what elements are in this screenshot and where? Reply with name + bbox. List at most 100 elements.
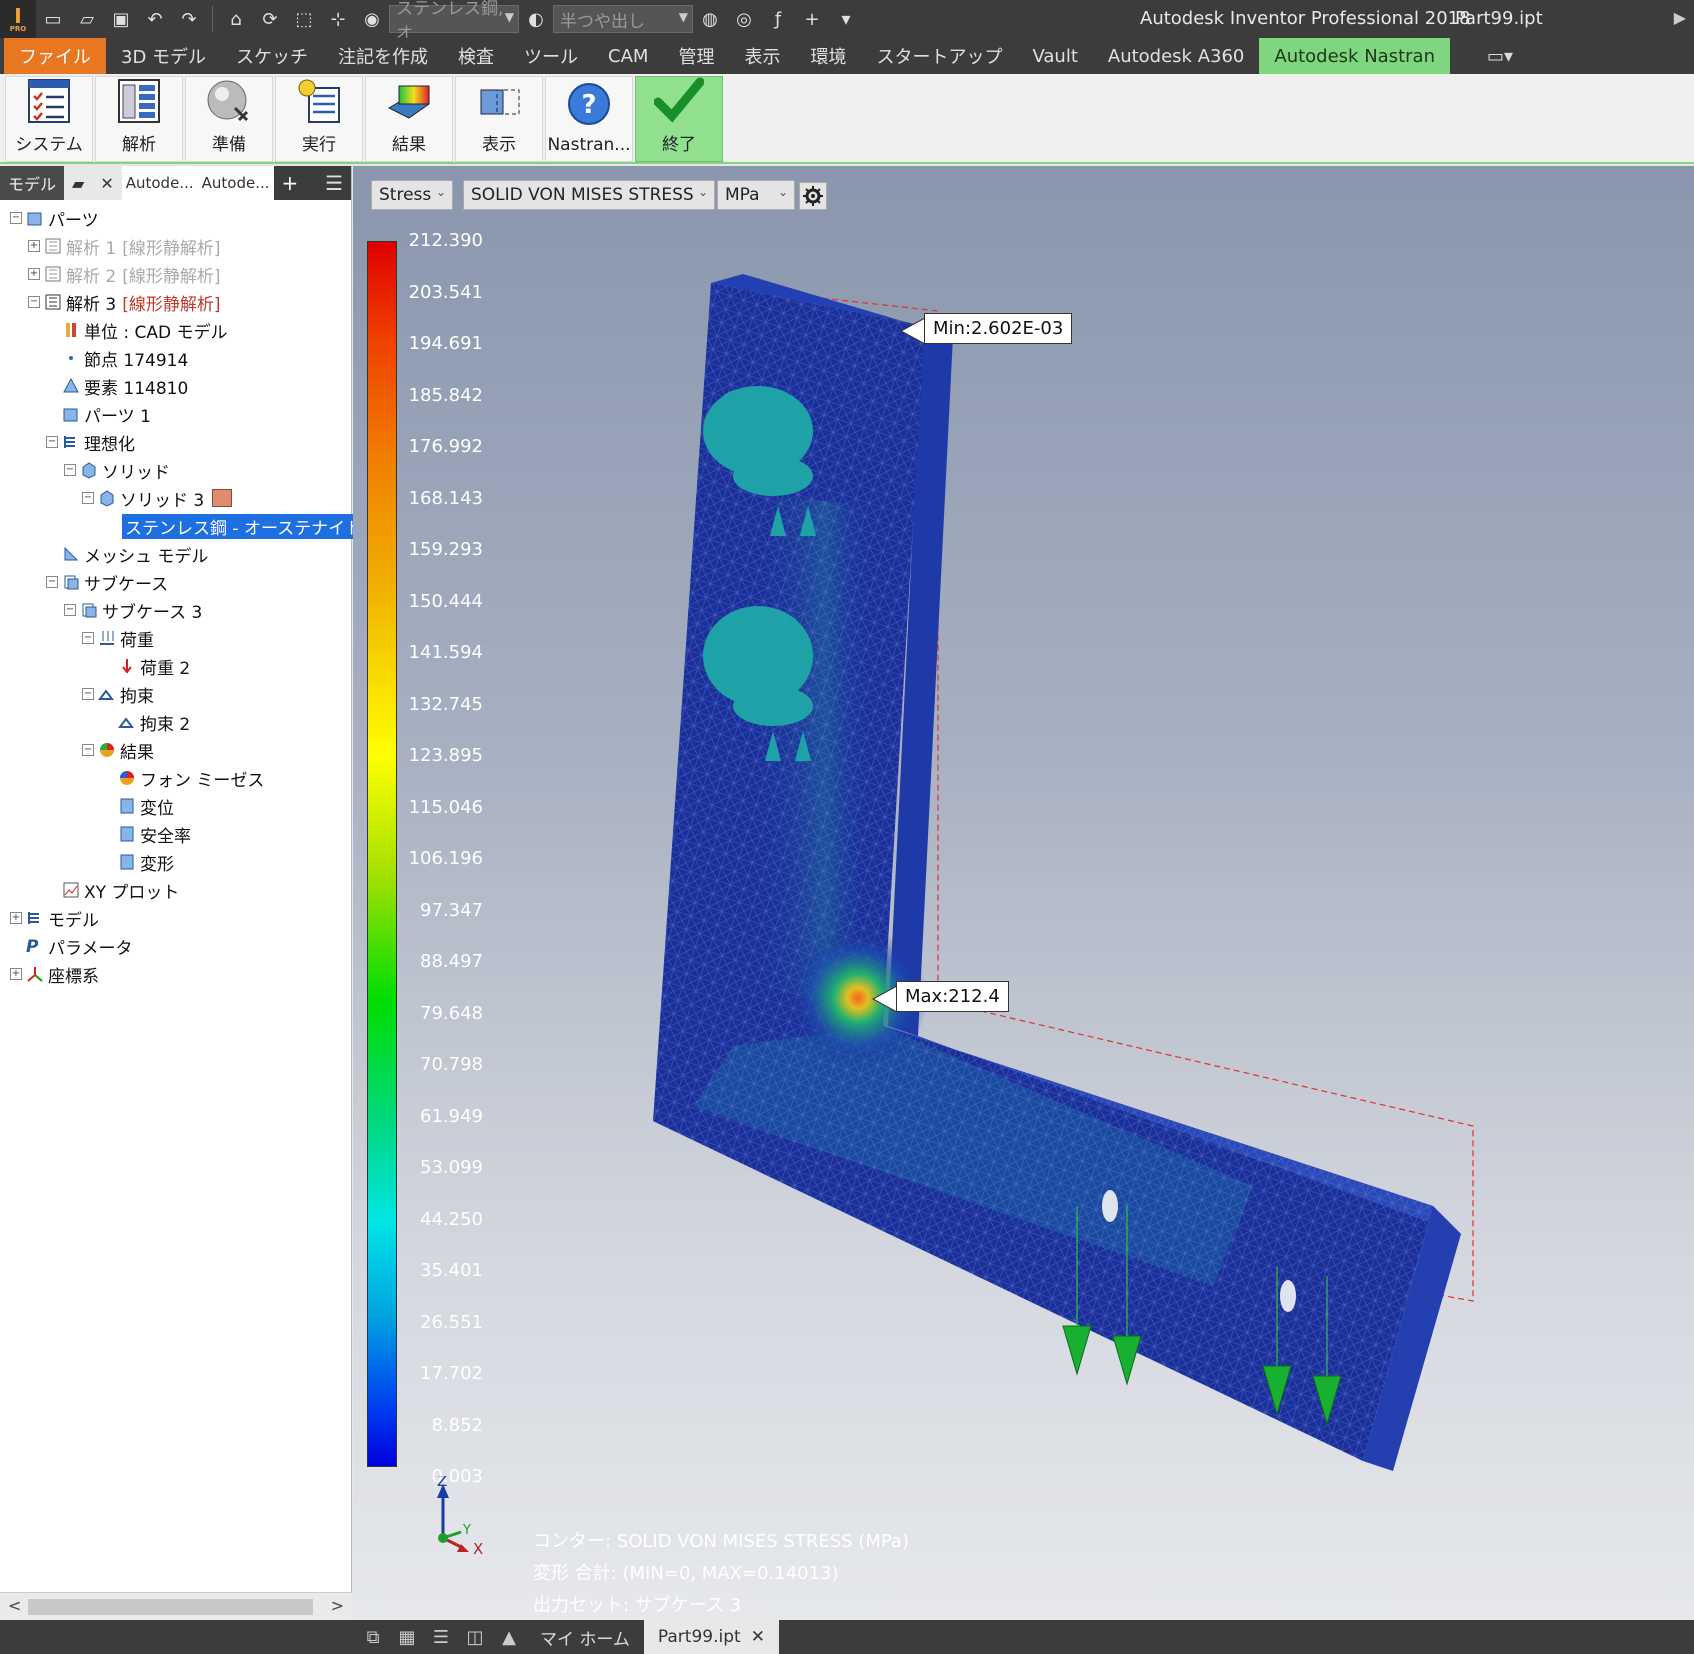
close-icon[interactable]: ✕ [92,166,122,200]
tab-sketch[interactable]: スケッチ [221,38,323,74]
add-icon[interactable]: + [797,4,827,34]
tab-file[interactable]: ファイル [4,38,106,74]
tree-node-loads[interactable]: − 荷重 [0,624,351,652]
horizontal-scrollbar[interactable]: < > [0,1592,352,1620]
system-button[interactable]: システム [5,76,93,162]
tab-inspect[interactable]: 検査 [443,38,509,74]
tree-node-mesh-model[interactable]: メッシュ モデル [0,540,351,568]
tree-node-elements[interactable]: 要素 114810 [0,372,351,400]
tab-a360[interactable]: Autodesk A360 [1093,38,1260,74]
tab-model[interactable]: モデル [0,166,65,200]
tab-annotate[interactable]: 注記を作成 [323,38,443,74]
tab-vault[interactable]: Vault [1017,38,1092,74]
fea-model-render[interactable] [353,166,1694,1620]
tree-node-results[interactable]: − 結果 [0,736,351,764]
tile-horizontal-icon[interactable]: ☰ [424,1620,458,1654]
tree-node-part[interactable]: − パーツ [0,204,351,232]
material-icon[interactable]: ◉ [357,4,387,34]
results-button[interactable]: 結果 [365,76,453,162]
nastran-browser-icon[interactable]: ▰ [64,166,93,200]
appearance-combo[interactable]: 半つや出し ▼ [553,5,693,33]
tab-my-home[interactable]: マイ ホーム [526,1620,644,1654]
close-tab-icon[interactable]: ✕ [751,1627,765,1647]
inventor-logo[interactable]: I PRO [0,0,36,38]
undo-icon[interactable]: ↶ [140,4,170,34]
prepare-label: 準備 [212,135,246,155]
expand-arrow-icon[interactable]: ▶ [1674,8,1686,27]
select-icon[interactable]: ⬚ [289,4,319,34]
cascade-windows-icon[interactable]: ⧉ [356,1620,390,1654]
tab-tools[interactable]: ツール [509,38,593,74]
tab-environments[interactable]: 環境 [795,38,861,74]
result-page-icon [120,826,134,842]
min-callout[interactable]: Min:2.602E-03 [924,313,1073,344]
new-file-icon[interactable]: ▭ [38,4,68,34]
tab-autodesk-2[interactable]: Autode... [197,166,274,200]
function-icon[interactable]: ƒ [763,4,793,34]
tree-node-units[interactable]: 単位 : CAD モデル [0,316,351,344]
arrange-up-icon[interactable]: ▲ [492,1620,526,1654]
customize-icon[interactable]: ▾ [831,4,861,34]
tree-node-solid[interactable]: − ソリッド [0,456,351,484]
tab-cam[interactable]: CAM [593,38,663,74]
finish-button[interactable]: 終了 [635,76,723,162]
scroll-right-icon[interactable]: > [331,1596,344,1615]
material-sphere-icon [203,77,255,124]
tree-node-subcase-3[interactable]: − サブケース 3 [0,596,351,624]
tree-node-part-1[interactable]: パーツ 1 [0,400,351,428]
tab-document[interactable]: Part99.ipt ✕ [643,1620,779,1654]
tile-windows-icon[interactable]: ▦ [390,1620,424,1654]
tab-autodesk-1[interactable]: Autode... [121,166,198,200]
view-triad[interactable]: Z Y X [423,1476,503,1556]
tree-node-model[interactable]: + モデル [0,904,351,932]
prepare-button[interactable]: 準備 [185,76,273,162]
tree-node-load-2[interactable]: 荷重 2 [0,652,351,680]
save-icon[interactable]: ▣ [106,4,136,34]
max-callout[interactable]: Max:212.4 [896,981,1009,1012]
hamburger-menu-icon[interactable]: ☰ [325,171,351,195]
clear-appearance-icon[interactable]: ◎ [729,4,759,34]
tree-node-analysis-2[interactable]: + 解析 2 [線形静解析] [0,260,351,288]
add-tab-icon[interactable]: + [274,171,307,195]
measure-icon[interactable]: ⊹ [323,4,353,34]
scroll-left-icon[interactable]: < [8,1596,21,1615]
tab-3d-model[interactable]: 3D モデル [106,38,221,74]
analysis-button[interactable]: 解析 [95,76,183,162]
nastran-help-button[interactable]: ? Nastran... [545,76,633,162]
run-button[interactable]: 実行 [275,76,363,162]
redo-icon[interactable]: ↷ [174,4,204,34]
display-button[interactable]: 表示 [455,76,543,162]
tree-node-safety-factor[interactable]: 安全率 [0,820,351,848]
tree-node-deformation[interactable]: 変形 [0,848,351,876]
tree-node-xy-plot[interactable]: XY プロット [0,876,351,904]
color-wheel-icon[interactable]: ◐ [521,4,551,34]
tab-manage[interactable]: 管理 [663,38,729,74]
color-swatch[interactable] [212,489,233,507]
open-file-icon[interactable]: ▱ [72,4,102,34]
tree-node-subcases[interactable]: − サブケース [0,568,351,596]
tile-vertical-icon[interactable]: ◫ [458,1620,492,1654]
tab-view[interactable]: 表示 [729,38,795,74]
tree-node-constraints[interactable]: − 拘束 [0,680,351,708]
tab-get-started[interactable]: スタートアップ [861,38,1017,74]
tree-node-solid-3[interactable]: − ソリッド 3 [0,484,351,512]
tree-node-coordinate-systems[interactable]: + 座標系 [0,960,351,988]
tree-node-idealization[interactable]: − 理想化 [0,428,351,456]
tree-node-analysis-3[interactable]: − 解析 3 [線形静解析] [0,288,351,316]
tree-node-parameters[interactable]: P パラメータ [0,932,351,960]
tree-node-von-mises[interactable]: フォン ミーゼス [0,764,351,792]
material-combo[interactable]: ステンレス鋼, オ ▼ [389,0,519,44]
tree-node-displacement[interactable]: 変位 [0,792,351,820]
tree-node-material[interactable]: ステンレス鋼 - オーステナイト系 [0,512,383,540]
tree-node-nodes[interactable]: 節点 174914 [0,344,351,372]
panel-options-icon[interactable]: ▭▾ [1472,38,1528,74]
tree-node-constraint-2[interactable]: 拘束 2 [0,708,351,736]
update-icon[interactable]: ⟳ [255,4,285,34]
tree-node-analysis-1[interactable]: + 解析 1 [線形静解析] [0,232,351,260]
home-icon[interactable]: ⌂ [221,4,251,34]
analysis-label: 解析 [122,135,156,155]
graphics-viewport[interactable]: Stress ⌄ SOLID VON MISES STRESS ⌄ MPa ⌄ … [353,166,1694,1620]
appearance-adjust-icon[interactable]: ◍ [695,4,725,34]
scrollbar-thumb[interactable] [28,1599,313,1615]
tab-nastran[interactable]: Autodesk Nastran [1259,38,1450,74]
